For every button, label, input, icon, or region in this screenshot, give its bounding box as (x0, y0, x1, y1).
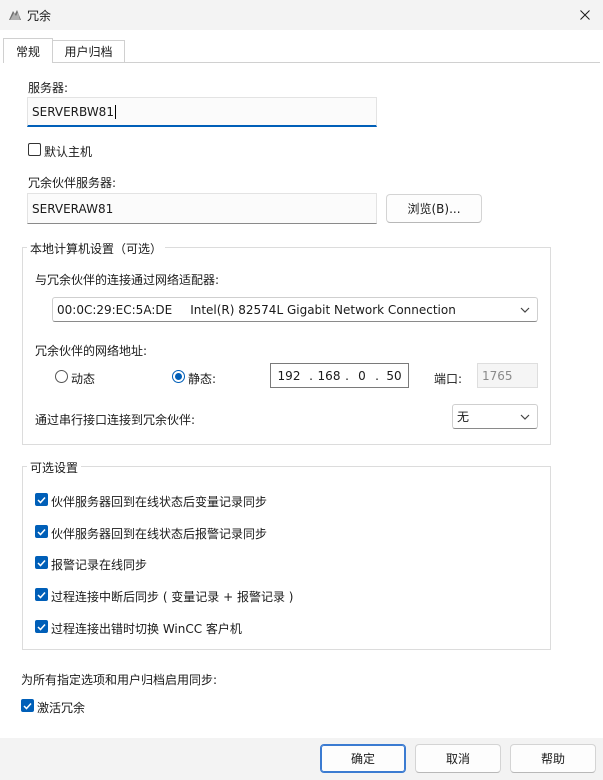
port-label: 端口: (434, 372, 463, 386)
checkmark-icon (37, 591, 46, 599)
partner-server-value: SERVERAW81 (32, 201, 114, 216)
dynamic-radio[interactable] (55, 370, 68, 383)
ip-octet-4: 50 (386, 368, 402, 383)
serial-value: 无 (457, 410, 470, 424)
checkmark-icon (37, 559, 46, 567)
default-master-checkbox[interactable] (28, 143, 41, 156)
static-radio[interactable] (172, 370, 185, 383)
ip-octet-3: 0 (358, 368, 366, 383)
checkmark-icon (37, 623, 46, 631)
option-label: 过程连接出错时切换 WinCC 客户机 (51, 622, 242, 636)
ip-octet-1: 192 (277, 368, 301, 383)
activate-redundancy-checkbox[interactable] (21, 699, 34, 712)
option-checkbox[interactable] (35, 556, 48, 569)
port-input[interactable]: 1765 (477, 363, 538, 388)
tab-user-archive[interactable]: 用户归档 (53, 40, 125, 62)
option-label: 过程连接中断后同步 ( 变量记录 + 报警记录 ) (51, 590, 294, 604)
dynamic-label: 动态 (71, 372, 96, 386)
checkmark-icon (37, 528, 46, 536)
adapter-mac: 00:0C:29:EC:5A:DE (57, 302, 173, 317)
serial-select[interactable]: 无 (452, 404, 538, 429)
option-checkbox[interactable] (35, 525, 48, 538)
tab-general[interactable]: 常规 (3, 38, 53, 63)
option-checkbox[interactable] (35, 588, 48, 601)
activate-redundancy-label: 激活冗余 (37, 701, 86, 715)
partner-server-label: 冗余伙伴服务器: (28, 176, 117, 190)
redundancy-app-icon (8, 8, 22, 22)
option-checkbox[interactable] (35, 493, 48, 506)
local-settings-title: 本地计算机设置（可选） (27, 240, 166, 257)
server-value: SERVERBW81 (32, 104, 114, 119)
partner-server-input[interactable]: SERVERAW81 (27, 193, 377, 224)
ip-dot: . (345, 368, 349, 383)
chevron-down-icon (520, 414, 530, 420)
adapter-name: Intel(R) 82574L Gigabit Network Connecti… (190, 302, 456, 317)
adapter-label: 与冗余伙伴的连接通过网络适配器: (35, 273, 220, 287)
text-caret (114, 104, 116, 119)
ip-dot: . (375, 368, 379, 383)
default-master-label: 默认主机 (44, 145, 93, 159)
optional-settings-title: 可选设置 (27, 459, 82, 476)
option-label: 报警记录在线同步 (51, 558, 148, 572)
close-button[interactable] (570, 2, 600, 28)
help-button[interactable]: 帮助 (510, 744, 596, 773)
server-label: 服务器: (28, 81, 69, 95)
chevron-down-icon (520, 307, 530, 313)
title-bar (0, 0, 603, 30)
serial-label: 通过串行接口连接到冗余伙伴: (35, 413, 196, 427)
static-label: 静态: (188, 372, 217, 386)
partner-address-label: 冗余伙伴的网络地址: (35, 344, 148, 358)
close-icon (580, 10, 590, 20)
checkmark-icon (37, 496, 46, 504)
ok-button[interactable]: 确定 (320, 744, 406, 773)
adapter-select[interactable]: 00:0C:29:EC:5A:DE Intel(R) 82574L Gigabi… (52, 297, 538, 322)
option-label: 伙伴服务器回到在线状态后报警记录同步 (51, 527, 268, 541)
option-checkbox[interactable] (35, 620, 48, 633)
server-input[interactable]: SERVERBW81 (27, 97, 377, 127)
option-label: 伙伴服务器回到在线状态后变量记录同步 (51, 495, 268, 509)
ip-address-input[interactable]: 192 . 168 . 0 . 50 (270, 363, 409, 388)
cancel-button[interactable]: 取消 (415, 744, 501, 773)
checkmark-icon (23, 702, 32, 710)
browse-button[interactable]: 浏览(B)... (386, 194, 482, 223)
sync-all-label: 为所有指定选项和用户归档启用同步: (21, 673, 218, 687)
ip-dot: . (309, 368, 313, 383)
ip-octet-2: 168 (317, 368, 341, 383)
port-value: 1765 (482, 368, 513, 383)
window-title: 冗余 (27, 9, 52, 23)
